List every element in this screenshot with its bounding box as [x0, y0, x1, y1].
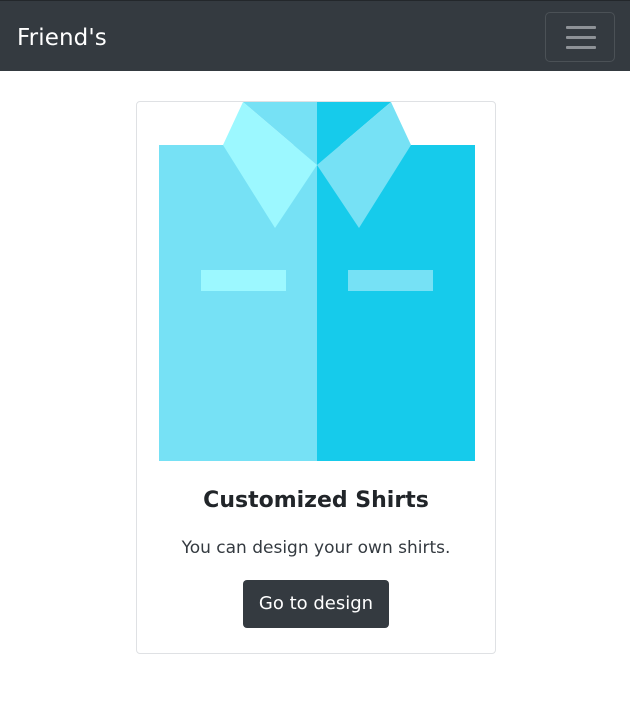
navbar-brand[interactable]: Friend's	[17, 23, 107, 53]
go-to-design-button[interactable]: Go to design	[243, 580, 389, 628]
hamburger-menu-icon	[566, 46, 596, 49]
shirt-pocket-left	[201, 270, 286, 291]
shirt-illustration	[159, 102, 475, 461]
navbar-toggler-button[interactable]	[545, 12, 615, 62]
navbar: Friend's	[0, 0, 630, 71]
product-card: Customized Shirts You can design your ow…	[136, 101, 496, 654]
hamburger-menu-icon	[566, 36, 596, 39]
hamburger-menu-icon	[566, 26, 596, 29]
card-title: Customized Shirts	[203, 488, 429, 513]
card-text: You can design your own shirts.	[181, 538, 451, 558]
shirt-pocket-right	[348, 270, 433, 291]
